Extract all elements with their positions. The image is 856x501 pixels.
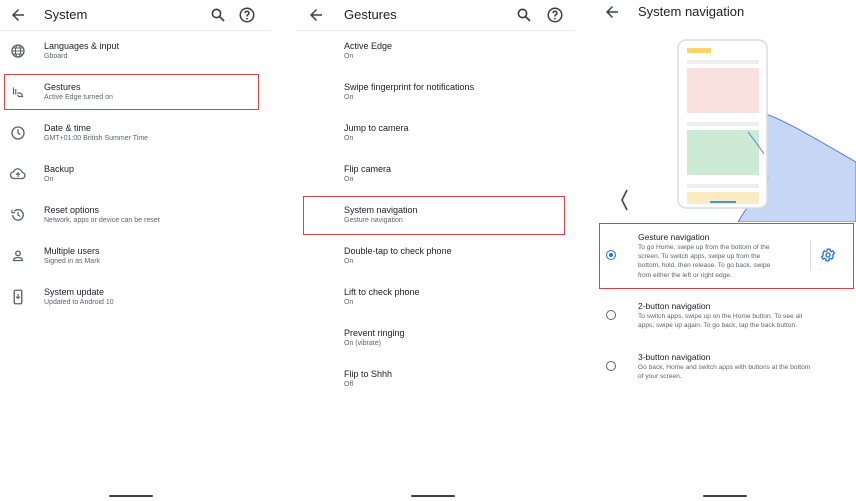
app-bar: System: [0, 0, 271, 30]
help-icon[interactable]: [238, 6, 256, 24]
highlight-box: [303, 196, 565, 235]
item-subtitle: GMT+01:00 British Summer Time: [44, 135, 149, 142]
description-line: Go back, Home and switch apps with butto…: [638, 364, 811, 371]
item-title: Jump to camera: [344, 123, 409, 133]
item-title: Active Edge: [344, 41, 393, 51]
back-arrow-icon[interactable]: [307, 6, 325, 24]
gesture-navigation-illustration: [621, 39, 856, 222]
item-title: Lift to check phone: [344, 287, 420, 297]
option-description: Go back, Home and switch apps with butto…: [638, 363, 846, 381]
item-title: Backup: [44, 164, 75, 174]
item-subtitle: On (vibrate): [344, 340, 381, 347]
gesture-item-jump-to-camera[interactable]: Jump to camera On: [296, 119, 575, 160]
system-screen: System Languages & input Gboard Gestures…: [0, 0, 271, 501]
search-icon[interactable]: [515, 6, 533, 24]
gesture-nav-handle[interactable]: [109, 495, 153, 497]
item-subtitle: On: [344, 258, 354, 265]
settings-item-languages[interactable]: Languages & input Gboard: [0, 37, 271, 78]
app-bar: Gestures: [296, 0, 575, 30]
item-subtitle: On: [344, 53, 354, 60]
item-subtitle: Gboard: [44, 53, 68, 60]
system-update-icon: [13, 289, 23, 305]
system-navigation-screen: System navigation Gesture navigation To …: [598, 0, 856, 501]
option-title: 3-button navigation: [638, 352, 711, 362]
highlight-box: [599, 223, 854, 289]
option-3-button-navigation[interactable]: 3-button navigation Go back, Home and sw…: [598, 349, 856, 389]
item-subtitle: On: [344, 176, 354, 183]
highlight-box: [4, 74, 259, 110]
help-icon[interactable]: [546, 6, 564, 24]
gesture-item-prevent-ringing[interactable]: Prevent ringing On (vibrate): [296, 324, 575, 365]
item-subtitle: On: [344, 94, 354, 101]
clock-icon: [11, 126, 25, 140]
gesture-item-swipe-fingerprint[interactable]: Swipe fingerprint for notifications On: [296, 78, 575, 119]
divider: [296, 30, 575, 31]
item-subtitle: Network, apps or device can be reset: [44, 217, 160, 224]
gestures-screen: Gestures Active Edge On Swipe fingerprin…: [296, 0, 575, 501]
divider: [0, 30, 271, 31]
back-arrow-icon[interactable]: [9, 6, 27, 24]
app-bar: System navigation: [598, 0, 856, 30]
item-subtitle: On: [344, 135, 354, 142]
settings-item-system-update[interactable]: System update Updated to Android 10: [0, 283, 271, 324]
radio-unselected[interactable]: [606, 361, 616, 371]
radio-unselected[interactable]: [606, 310, 616, 320]
item-title: Swipe fingerprint for notifications: [344, 82, 475, 92]
page-title: Gestures: [344, 7, 397, 22]
person-icon: [12, 250, 24, 262]
search-icon[interactable]: [209, 6, 227, 24]
option-2-button-navigation[interactable]: 2-button navigation To switch apps, swip…: [598, 298, 856, 338]
back-arrow-icon[interactable]: [603, 3, 621, 21]
gesture-item-active-edge[interactable]: Active Edge On: [296, 37, 575, 78]
item-subtitle: Updated to Android 10: [44, 299, 114, 306]
item-title: Multiple users: [44, 246, 100, 256]
item-title: System update: [44, 287, 105, 297]
gesture-item-lift-to-check[interactable]: Lift to check phone On: [296, 283, 575, 324]
description-line: of your screen.: [638, 373, 682, 381]
item-title: Flip camera: [344, 164, 392, 174]
item-subtitle: On: [344, 299, 354, 306]
cloud-upload-icon: [9, 168, 26, 180]
description-line: To switch apps, swipe up on the Home but…: [638, 313, 803, 320]
settings-item-multiple-users[interactable]: Multiple users Signed in as Mark: [0, 242, 271, 283]
page-title: System: [44, 7, 88, 22]
item-title: Double-tap to check phone: [344, 246, 452, 256]
option-title: 2-button navigation: [638, 301, 711, 311]
globe-icon: [11, 44, 25, 58]
page-title: System navigation: [638, 4, 745, 19]
item-title: Flip to Shhh: [344, 369, 393, 379]
settings-item-reset[interactable]: Reset options Network, apps or device ca…: [0, 201, 271, 242]
gesture-item-flip-to-shhh[interactable]: Flip to Shhh Off: [296, 365, 575, 406]
item-subtitle: Off: [344, 381, 354, 388]
item-subtitle: On: [44, 176, 54, 183]
history-icon: [11, 209, 24, 221]
description-line: apps, swipe up again. To go back, tap th…: [638, 322, 797, 330]
item-title: Prevent ringing: [344, 328, 405, 338]
item-title: Date & time: [44, 123, 92, 133]
option-description: To switch apps, swipe up on the Home but…: [638, 312, 846, 330]
gesture-item-flip-camera[interactable]: Flip camera On: [296, 160, 575, 201]
gesture-nav-handle[interactable]: [411, 495, 455, 497]
gesture-item-double-tap[interactable]: Double-tap to check phone On: [296, 242, 575, 283]
settings-item-backup[interactable]: Backup On: [0, 160, 271, 201]
item-subtitle: Signed in as Mark: [44, 258, 101, 265]
item-title: Reset options: [44, 205, 100, 215]
gesture-nav-handle[interactable]: [703, 495, 747, 497]
item-title: Languages & input: [44, 41, 120, 51]
settings-item-date-time[interactable]: Date & time GMT+01:00 British Summer Tim…: [0, 119, 271, 160]
